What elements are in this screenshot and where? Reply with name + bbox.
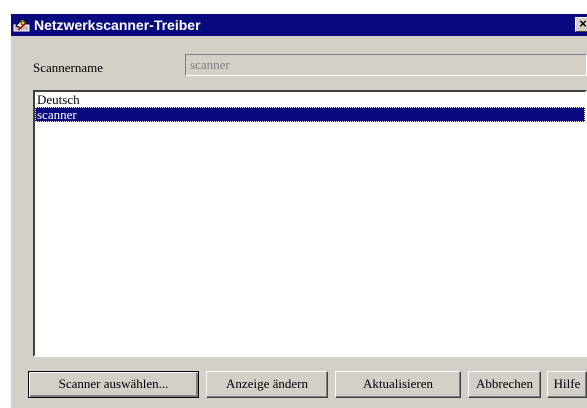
- dialog-window: Netzwerkscanner-Treiber × Scannername De…: [11, 14, 587, 408]
- scanner-name-label: Scannername: [33, 60, 104, 75]
- scanner-app-icon: [13, 18, 30, 32]
- scanner-listbox[interactable]: Deutsch scanner: [33, 90, 587, 357]
- close-icon: ×: [579, 17, 587, 31]
- scanner-name-input[interactable]: [185, 54, 587, 76]
- title-bar[interactable]: Netzwerkscanner-Treiber ×: [11, 14, 587, 36]
- list-item-deutsch[interactable]: Deutsch: [35, 92, 585, 107]
- help-button[interactable]: Hilfe: [547, 371, 587, 398]
- cancel-button[interactable]: Abbrechen: [468, 371, 541, 398]
- window-title: Netzwerkscanner-Treiber: [34, 17, 201, 33]
- list-item-scanner[interactable]: scanner: [35, 107, 585, 122]
- change-display-button[interactable]: Anzeige ändern: [206, 371, 328, 398]
- select-scanner-button[interactable]: Scanner auswählen...: [28, 371, 199, 398]
- refresh-button[interactable]: Aktualisieren: [335, 371, 461, 398]
- close-button[interactable]: ×: [575, 17, 587, 32]
